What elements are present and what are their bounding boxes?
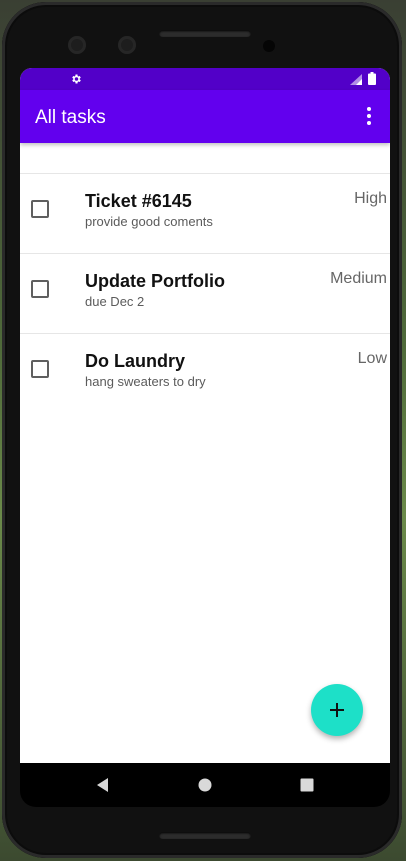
gear-icon — [72, 74, 81, 84]
recents-icon[interactable] — [298, 776, 316, 794]
task-row[interactable]: Do Laundry hang sweaters to dry Low — [20, 333, 390, 413]
task-row[interactable]: Update Portfolio due Dec 2 Medium — [20, 253, 390, 333]
task-description: due Dec 2 — [85, 294, 145, 309]
bottom-speaker — [159, 832, 251, 839]
task-priority: Medium — [330, 270, 387, 287]
task-title: Update Portfolio — [85, 271, 225, 291]
proximity-sensor — [263, 40, 275, 52]
battery-icon — [368, 72, 376, 85]
home-icon[interactable] — [196, 776, 214, 794]
page-title: All tasks — [35, 107, 106, 128]
front-camera-right — [118, 36, 136, 54]
app-bar: All tasks — [20, 90, 390, 143]
task-description: hang sweaters to dry — [85, 374, 206, 389]
task-title: Ticket #6145 — [85, 191, 192, 211]
app-screen: All tasks Ticket #6145 provide good come… — [20, 68, 390, 763]
front-camera-left — [68, 36, 86, 54]
task-checkbox[interactable] — [31, 360, 49, 378]
top-speaker — [159, 30, 251, 37]
system-nav-bar — [20, 763, 390, 807]
status-bar — [20, 68, 390, 90]
add-task-button[interactable] — [311, 684, 363, 736]
task-list: Ticket #6145 provide good coments High U… — [20, 173, 390, 413]
task-checkbox[interactable] — [31, 280, 49, 298]
task-checkbox[interactable] — [31, 200, 49, 218]
task-priority: Low — [357, 350, 387, 367]
task-title: Do Laundry — [85, 351, 186, 371]
task-priority: High — [354, 190, 387, 207]
task-row[interactable]: Ticket #6145 provide good coments High — [20, 173, 390, 253]
task-description: provide good coments — [85, 214, 213, 229]
more-vert-icon[interactable] — [362, 106, 376, 128]
signal-icon — [350, 74, 362, 85]
back-icon[interactable] — [94, 776, 112, 794]
add-icon — [330, 703, 344, 717]
